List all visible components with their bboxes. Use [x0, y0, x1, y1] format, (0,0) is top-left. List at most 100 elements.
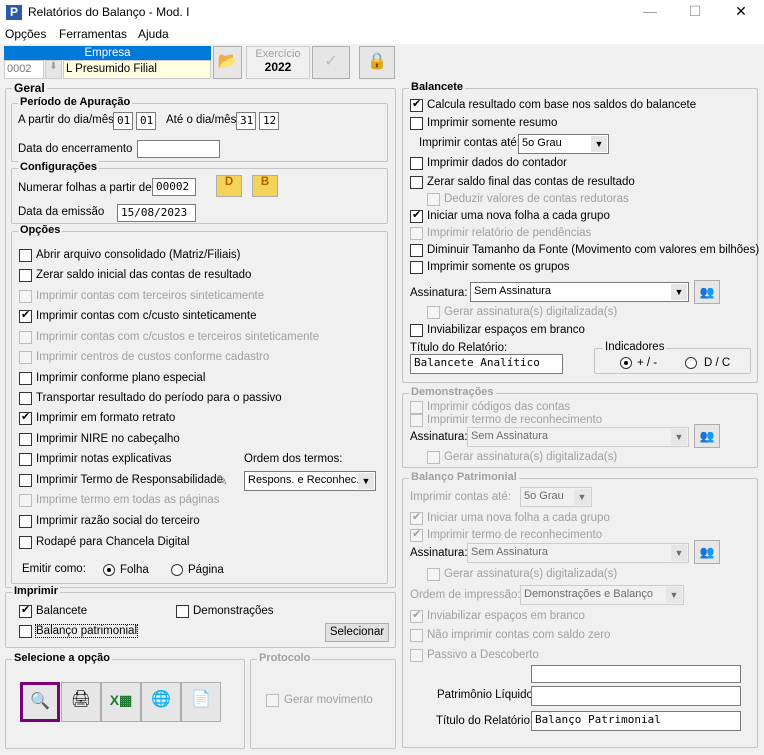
- bp-ordem-select[interactable]: Demonstrações e Balanço ▼: [520, 585, 684, 605]
- balancete-option-checkbox[interactable]: [410, 324, 423, 337]
- ordem-termos-select[interactable]: Respons. e Reconhec. ▼: [244, 471, 376, 491]
- balancete-option-checkbox[interactable]: [410, 97, 423, 112]
- demonstracoes-option-checkbox[interactable]: [427, 451, 440, 464]
- bp-assinatura-button[interactable]: 👥: [694, 540, 720, 564]
- export-text-button[interactable]: 📄: [181, 682, 221, 722]
- bal-contas-select[interactable]: 5o Grau ▼: [518, 134, 609, 154]
- opcao-checkbox[interactable]: [19, 308, 32, 323]
- to-month-input[interactable]: 12: [259, 112, 279, 130]
- indicador-sinal-radio[interactable]: [620, 357, 632, 369]
- printer-icon: 🖨: [70, 691, 92, 708]
- opcao-checkbox[interactable]: [19, 331, 32, 344]
- demonstracoes-option-checkbox[interactable]: [410, 401, 423, 414]
- balancete-option-checkbox[interactable]: [410, 157, 423, 170]
- demonstracoes-option-checkbox[interactable]: [410, 414, 423, 427]
- lock-icon: 🔒: [367, 53, 387, 70]
- balancete-option-checkbox[interactable]: [410, 208, 423, 223]
- balancete-option-label: Deduzir valores de contas redutoras: [444, 193, 629, 205]
- print-button[interactable]: 🖨: [61, 682, 101, 722]
- bp-contas-select[interactable]: 5o Grau ▼: [520, 487, 592, 507]
- opcao-checkbox[interactable]: [19, 474, 32, 487]
- bal-assinatura-button[interactable]: 👥: [694, 280, 720, 304]
- opcao-checkbox[interactable]: [19, 433, 32, 446]
- balancete-option-label: Imprimir somente resumo: [427, 117, 558, 129]
- d-button[interactable]: D: [216, 175, 242, 197]
- opcao-label: Imprimir contas com terceiros sinteticam…: [36, 290, 265, 302]
- balanco-option-label: Iniciar uma nova folha a cada grupo: [427, 512, 610, 524]
- config-button[interactable]: 🔒: [359, 46, 395, 79]
- opcao-checkbox[interactable]: [19, 410, 32, 425]
- export-excel-button[interactable]: X▦: [101, 682, 141, 722]
- opcao-checkbox[interactable]: [19, 372, 32, 385]
- bal-assinatura-select[interactable]: Sem Assinatura ▼: [470, 282, 689, 302]
- imprimir-balanco-checkbox[interactable]: [19, 625, 32, 638]
- bp-titulo-input[interactable]: Balanço Patrimonial: [531, 711, 741, 731]
- opcao-checkbox[interactable]: [19, 494, 32, 507]
- empresa-lookup-button[interactable]: ⬇: [45, 60, 62, 79]
- balanco-option-checkbox[interactable]: [410, 629, 423, 642]
- demonstracoes-title: Demonstrações: [409, 386, 496, 398]
- balancete-option-checkbox[interactable]: [410, 227, 423, 240]
- maximize-button[interactable]: ☐: [685, 3, 705, 20]
- dem-assinatura-select[interactable]: Sem Assinatura ▼: [467, 427, 689, 447]
- balancete-option-checkbox[interactable]: [410, 176, 423, 189]
- export-html-button[interactable]: 🌐: [141, 682, 181, 722]
- open-folder-button[interactable]: 📂: [213, 46, 242, 79]
- balanco-option-checkbox[interactable]: [410, 608, 423, 623]
- close-button[interactable]: ✕: [731, 3, 751, 20]
- exercicio-value: 2022: [264, 60, 292, 74]
- b-button[interactable]: B: [252, 175, 278, 197]
- imprimir-balancete-checkbox[interactable]: [19, 603, 32, 618]
- balanco-option-checkbox[interactable]: [427, 568, 440, 581]
- numerar-input[interactable]: 00002: [152, 178, 196, 196]
- selecionar-button[interactable]: Selecionar: [325, 623, 389, 642]
- confirm-button[interactable]: ✓: [312, 46, 350, 79]
- balancete-option-checkbox[interactable]: [410, 261, 423, 274]
- balancete-option-checkbox[interactable]: [427, 193, 440, 206]
- opcao-checkbox[interactable]: [19, 515, 32, 528]
- emissao-input[interactable]: 15/08/2023: [117, 204, 196, 222]
- from-label: A partir do dia/mês: [18, 114, 114, 126]
- opcao-checkbox[interactable]: [19, 290, 32, 303]
- imprimir-demonstracoes-checkbox[interactable]: [176, 605, 189, 618]
- termo-edit-icon[interactable]: ✎: [216, 472, 228, 489]
- emitir-pagina-radio[interactable]: [171, 564, 183, 576]
- dem-assinatura-button[interactable]: 👥: [694, 424, 720, 448]
- opcao-checkbox[interactable]: [19, 269, 32, 282]
- opcao-label: Transportar resultado do período para o …: [36, 392, 282, 404]
- to-day-input[interactable]: 31: [236, 112, 256, 130]
- bp-pl-input[interactable]: [531, 686, 741, 706]
- chevron-down-icon: ▼: [671, 284, 687, 300]
- opcao-checkbox[interactable]: [19, 249, 32, 262]
- balanco-option-checkbox[interactable]: [410, 510, 423, 525]
- emitir-folha-radio[interactable]: [103, 564, 115, 576]
- gerar-movimento-checkbox[interactable]: [266, 694, 279, 707]
- menu-opcoes[interactable]: Opções: [5, 27, 46, 41]
- minimize-button[interactable]: —: [640, 3, 660, 19]
- opcao-checkbox[interactable]: [19, 392, 32, 405]
- balancete-option-checkbox[interactable]: [427, 306, 440, 319]
- bp-blank-input[interactable]: [531, 665, 741, 683]
- balancete-option-checkbox[interactable]: [410, 117, 423, 130]
- balanco-title: Balanço Patrimonial: [409, 471, 519, 483]
- balancete-option-label: Imprimir relatório de pendências: [427, 227, 592, 239]
- bal-titulo-label: Título do Relatório:: [410, 342, 508, 354]
- menu-ajuda[interactable]: Ajuda: [138, 27, 169, 41]
- empresa-code-input[interactable]: 0002: [4, 60, 44, 79]
- menu-ferramentas[interactable]: Ferramentas: [59, 27, 127, 41]
- opcao-checkbox[interactable]: [19, 453, 32, 466]
- opcao-checkbox[interactable]: [19, 351, 32, 364]
- from-month-input[interactable]: 01: [136, 112, 156, 130]
- opcao-checkbox[interactable]: [19, 536, 32, 549]
- from-day-input[interactable]: 01: [113, 112, 133, 130]
- opcao-label: Imprimir razão social do terceiro: [36, 515, 200, 527]
- indicador-dc-radio[interactable]: [685, 357, 697, 369]
- preview-button[interactable]: 🔍: [20, 682, 60, 722]
- balanco-option-checkbox[interactable]: [410, 649, 423, 662]
- bal-titulo-input[interactable]: Balancete Analítico: [410, 354, 563, 374]
- bp-assinatura-select[interactable]: Sem Assinatura ▼: [467, 543, 689, 563]
- emitir-label: Emitir como:: [22, 563, 86, 575]
- balancete-option-checkbox[interactable]: [410, 244, 423, 257]
- encerramento-input[interactable]: [137, 140, 220, 158]
- balanco-option-checkbox[interactable]: [410, 527, 423, 542]
